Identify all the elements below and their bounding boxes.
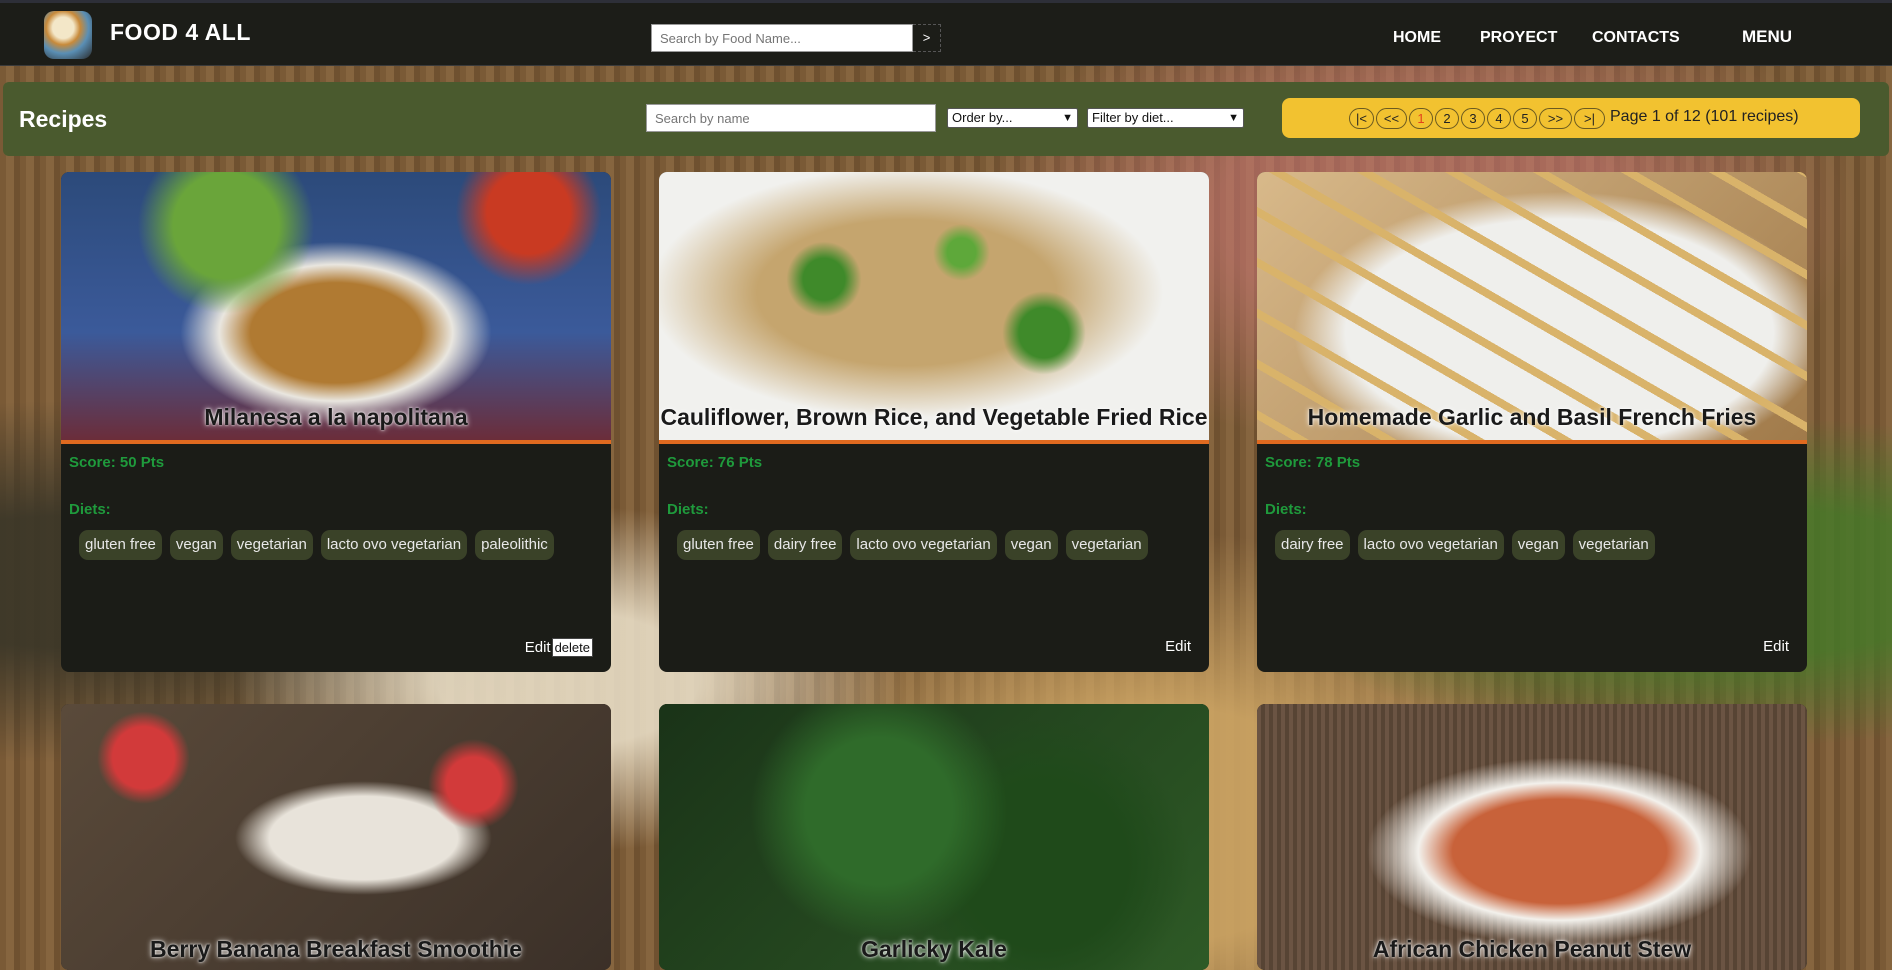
diet-tag: paleolithic — [475, 530, 554, 560]
card-actions: Edit delete — [525, 638, 593, 657]
edit-link[interactable]: Edit — [1763, 638, 1789, 655]
recipe-image[interactable] — [659, 172, 1209, 440]
recipe-image[interactable] — [659, 704, 1209, 970]
order-select[interactable]: Order by... ▼ — [947, 108, 1078, 128]
food-search-button[interactable]: > — [913, 24, 941, 52]
recipe-card[interactable]: Garlicky Kale — [659, 704, 1209, 970]
recipe-card[interactable]: Berry Banana Breakfast Smoothie — [61, 704, 611, 970]
diet-tag: vegan — [1004, 530, 1058, 560]
nav-link-proyect[interactable]: PROYECT — [1480, 29, 1557, 47]
recipe-image[interactable] — [61, 172, 611, 440]
diet-filter-value: Filter by diet... — [1092, 110, 1174, 125]
chevron-down-icon: ▼ — [1062, 112, 1073, 124]
nav-link-contacts[interactable]: CONTACTS — [1592, 29, 1680, 47]
nav-link-home[interactable]: HOME — [1393, 29, 1441, 47]
card-actions: Edit — [1165, 638, 1191, 655]
pagination: |< << 1 2 3 4 5 >> >| Page 1 of 12 (101 … — [1282, 98, 1860, 138]
recipe-image[interactable] — [1257, 704, 1807, 970]
recipe-score: Score: 78 Pts — [1265, 454, 1361, 471]
brand-logo[interactable] — [44, 11, 92, 59]
edit-link[interactable]: Edit — [1165, 638, 1191, 655]
prev-page-button[interactable]: << — [1376, 108, 1407, 129]
diet-tag: lacto ovo vegetarian — [1357, 530, 1504, 560]
recipe-title[interactable]: Berry Banana Breakfast Smoothie — [61, 936, 611, 963]
diet-tag-list: dairy free lacto ovo vegetarian vegan ve… — [1275, 530, 1655, 560]
recipe-title[interactable]: African Chicken Peanut Stew — [1257, 936, 1807, 963]
recipe-card[interactable]: African Chicken Peanut Stew — [1257, 704, 1807, 970]
brand-name[interactable]: FOOD 4 ALL — [110, 19, 251, 46]
diet-filter-select[interactable]: Filter by diet... ▼ — [1087, 108, 1244, 128]
page-button-5[interactable]: 5 — [1513, 108, 1537, 129]
recipe-card[interactable]: Cauliflower, Brown Rice, and Vegetable F… — [659, 172, 1209, 672]
diet-tag: lacto ovo vegetarian — [320, 530, 468, 560]
diet-tag: gluten free — [79, 530, 162, 560]
recipe-card[interactable]: Milanesa a la napolitana Score: 50 Pts D… — [61, 172, 611, 672]
card-actions: Edit — [1763, 638, 1789, 655]
recipes-toolbar: Recipes Order by... ▼ Filter by diet... … — [3, 82, 1889, 156]
first-page-button[interactable]: |< — [1349, 108, 1374, 129]
page-info: Page 1 of 12 (101 recipes) — [1610, 108, 1799, 125]
menu-button[interactable]: MENU — [1742, 27, 1792, 47]
diets-label: Diets: — [69, 501, 111, 518]
recipe-search-input[interactable] — [646, 104, 936, 132]
recipe-title[interactable]: Cauliflower, Brown Rice, and Vegetable F… — [659, 404, 1209, 431]
diet-tag-list: gluten free vegan vegetarian lacto ovo v… — [79, 530, 554, 560]
diet-tag: vegetarian — [1065, 530, 1148, 560]
recipe-title[interactable]: Homemade Garlic and Basil French Fries — [1257, 404, 1807, 431]
card-divider — [1257, 440, 1807, 444]
recipe-image[interactable] — [1257, 172, 1807, 440]
page-button-2[interactable]: 2 — [1435, 108, 1459, 129]
card-divider — [61, 440, 611, 444]
recipe-image[interactable] — [61, 704, 611, 970]
diet-tag: gluten free — [677, 530, 760, 560]
page-button-1[interactable]: 1 — [1409, 108, 1433, 129]
diets-label: Diets: — [1265, 501, 1307, 518]
recipe-score: Score: 50 Pts — [69, 454, 165, 471]
recipe-title[interactable]: Garlicky Kale — [659, 936, 1209, 963]
diet-tag: dairy free — [767, 530, 843, 560]
food-search-input[interactable] — [651, 24, 913, 52]
diet-tag: vegan — [169, 530, 223, 560]
diet-tag-list: gluten free dairy free lacto ovo vegetar… — [677, 530, 1148, 560]
next-page-button[interactable]: >> — [1539, 108, 1572, 129]
diet-tag: vegetarian — [1572, 530, 1655, 560]
recipe-score: Score: 76 Pts — [667, 454, 763, 471]
diets-label: Diets: — [667, 501, 709, 518]
page-title: Recipes — [19, 106, 108, 132]
diet-tag: dairy free — [1275, 530, 1350, 560]
diet-tag: lacto ovo vegetarian — [850, 530, 997, 560]
edit-link[interactable]: Edit — [525, 639, 551, 656]
delete-button[interactable]: delete — [551, 638, 593, 657]
recipe-title[interactable]: Milanesa a la napolitana — [61, 404, 611, 431]
card-divider — [659, 440, 1209, 444]
chevron-down-icon: ▼ — [1228, 112, 1239, 124]
order-select-value: Order by... — [952, 110, 1013, 125]
page-button-3[interactable]: 3 — [1461, 108, 1485, 129]
recipe-card[interactable]: Homemade Garlic and Basil French Fries S… — [1257, 172, 1807, 672]
last-page-button[interactable]: >| — [1574, 108, 1605, 129]
top-navbar: FOOD 4 ALL > HOME PROYECT CONTACTS MENU — [0, 0, 1892, 66]
diet-tag: vegan — [1511, 530, 1565, 560]
diet-tag: vegetarian — [230, 530, 313, 560]
page-button-4[interactable]: 4 — [1487, 108, 1511, 129]
